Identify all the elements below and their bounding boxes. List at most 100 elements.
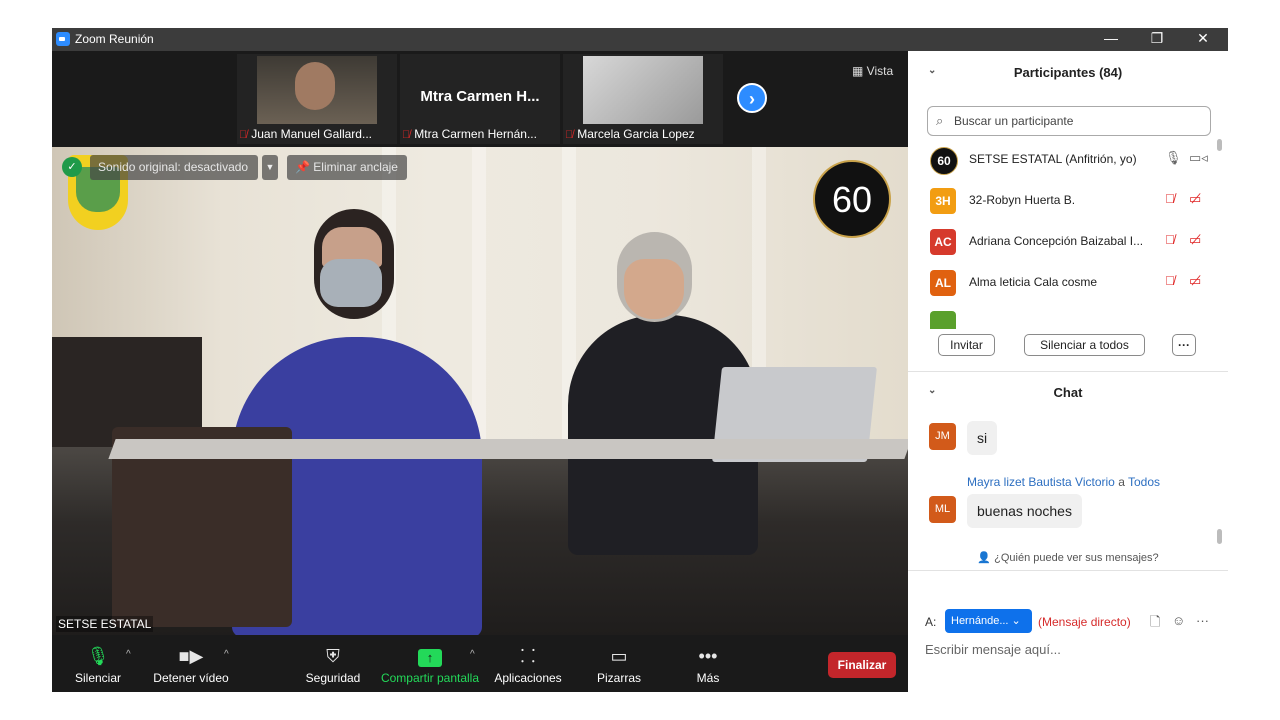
main-video[interactable]: ✓ Sonido original: desactivado ▼ 📌 Elimi… <box>52 147 908 635</box>
share-screen-button[interactable]: ↑ Compartir pantalla <box>378 635 482 692</box>
participant-name: SETSE ESTATAL (Anfitrión, yo) <box>969 152 1137 166</box>
direct-message-label: (Mensaje directo) <box>1038 615 1131 629</box>
chat-message: si <box>967 421 998 455</box>
video-off-icon[interactable]: ▭̸ <box>1189 273 1201 289</box>
view-button[interactable]: ▦ Vista <box>852 64 893 78</box>
original-sound-status[interactable]: Sonido original: desactivado <box>90 155 258 180</box>
collapse-chevron-icon[interactable]: ⌄ <box>928 385 936 396</box>
participant-row[interactable] <box>908 303 1218 329</box>
more-dots-icon: ••• <box>698 646 718 666</box>
unpin-label: Eliminar anclaje <box>313 160 398 174</box>
curtain-fold <box>472 147 486 447</box>
chat-message-input[interactable]: Escribir mensaje aquí... <box>925 642 1061 657</box>
avatar <box>930 311 956 329</box>
zoom-app-icon <box>56 32 70 46</box>
participant-name: Marcela Garcia Lopez <box>577 127 695 141</box>
participant-display-name: Mtra Carmen H... <box>420 88 540 105</box>
recipient-dropdown[interactable]: Hernánde... ⌄ <box>945 609 1032 633</box>
minimize-button[interactable]: — <box>1088 28 1134 51</box>
mic-muted-icon[interactable]: 🎙̸ <box>1165 273 1175 288</box>
participant-name: Mtra Carmen Hernán... <box>414 127 537 141</box>
video-off-icon[interactable]: ▭̸ <box>1189 191 1201 207</box>
window-title: Zoom Reunión <box>75 32 154 46</box>
sender-connector: a <box>1118 475 1125 489</box>
side-panel: ⌄ Participantes (84) ⌕ Buscar un partici… <box>908 51 1228 692</box>
divider <box>908 570 1228 571</box>
avatar: JM <box>929 423 956 450</box>
mute-button[interactable]: 🎙 Silenciar <box>68 635 128 692</box>
chevron-down-icon: ⌄ <box>1008 615 1021 627</box>
face-mask <box>320 259 382 307</box>
end-meeting-button[interactable]: Finalizar <box>828 652 896 678</box>
person-face <box>295 62 335 110</box>
participant-thumbnail[interactable]: Mtra Carmen H... 🎙̸ Mtra Carmen Hernán... <box>400 54 560 144</box>
participants-header: ⌄ Participantes (84) <box>908 65 1228 89</box>
security-label: Seguridad <box>305 671 361 685</box>
share-screen-label: Compartir pantalla <box>380 671 480 685</box>
restore-button[interactable]: ❐ <box>1134 28 1180 51</box>
participant-thumbnail[interactable]: 🎙̸ Marcela Garcia Lopez <box>563 54 723 144</box>
grid-icon: ▦ <box>852 64 867 78</box>
who-can-see-link[interactable]: 👤 ¿Quién puede ver sus mensajes? <box>908 551 1228 564</box>
avatar: ML <box>929 496 956 523</box>
mic-muted-icon: 🎙̸ <box>565 129 574 141</box>
chat-title: Chat <box>1053 385 1083 400</box>
recipient-name[interactable]: Todos <box>1128 475 1160 489</box>
person-right-face <box>624 259 684 319</box>
video-camera-icon: ■▶ <box>178 646 204 666</box>
pin-icon: 📌 <box>295 160 314 174</box>
participants-title: Participantes (84) <box>1013 65 1123 80</box>
share-options-caret-icon[interactable]: ^ <box>470 649 475 660</box>
search-icon: ⌕ <box>936 113 944 128</box>
participant-row[interactable]: AC Adriana Concepción Baizabal I... 🎙̸ ▭… <box>908 221 1218 261</box>
whiteboards-label: Pizarras <box>596 671 641 685</box>
search-placeholder: Buscar un participante <box>954 114 1074 128</box>
apps-button[interactable]: ⸬ Aplicaciones <box>492 635 564 692</box>
view-label: Vista <box>866 64 894 78</box>
security-button[interactable]: ⛨ Seguridad <box>302 635 364 692</box>
chat-message: buenas noches <box>967 494 1082 528</box>
invite-button[interactable]: Invitar <box>938 334 995 356</box>
unpin-button[interactable]: 📌 Eliminar anclaje <box>287 155 407 180</box>
collapse-chevron-icon[interactable]: ⌄ <box>928 65 936 76</box>
close-button[interactable]: ✕ <box>1180 28 1226 51</box>
chat-scrollbar[interactable] <box>1217 529 1222 544</box>
mic-muted-icon: 🎙̸ <box>402 129 411 141</box>
microphone-icon[interactable]: 🎙 <box>1165 150 1182 166</box>
thumbnail-strip: 🎙̸ Juan Manuel Gallard... Mtra Carmen H..… <box>52 51 908 147</box>
mute-all-button[interactable]: Silenciar a todos <box>1024 334 1145 356</box>
more-options-button[interactable]: ··· <box>1172 334 1196 356</box>
audio-options-caret-icon[interactable]: ^ <box>126 649 131 660</box>
divider <box>908 371 1228 372</box>
participant-name: Juan Manuel Gallard... <box>251 127 372 141</box>
video-options-caret-icon[interactable]: ^ <box>224 649 229 660</box>
sender-name[interactable]: Mayra lizet Bautista Victorio <box>967 475 1115 489</box>
participants-scrollbar[interactable] <box>1217 139 1222 151</box>
mic-muted-icon[interactable]: 🎙̸ <box>1165 191 1175 206</box>
more-button[interactable]: ••• Más <box>688 635 728 692</box>
emoji-icon[interactable]: ☺ <box>1172 613 1185 628</box>
video-camera-icon[interactable]: ▭◃ <box>1189 150 1208 166</box>
participant-name: Alma leticia Cala cosme <box>969 275 1098 289</box>
participant-thumbnail[interactable]: 🎙̸ Juan Manuel Gallard... <box>237 54 397 144</box>
stop-video-button[interactable]: ■▶ Detener vídeo <box>148 635 234 692</box>
mute-label: Silenciar <box>74 671 122 685</box>
file-icon[interactable]: 🗋 <box>1150 613 1160 635</box>
participant-row[interactable]: AL Alma leticia Cala cosme 🎙̸ ▭̸ <box>908 262 1218 302</box>
whiteboards-button[interactable]: ▭ Pizarras <box>592 635 646 692</box>
share-screen-icon: ↑ <box>378 644 482 668</box>
chevron-down-icon[interactable]: ▼ <box>262 155 278 180</box>
recipient-value: Hernánde... <box>951 615 1009 627</box>
who-can-see-text: ¿Quién puede ver sus mensajes? <box>994 552 1159 564</box>
glass-tabletop <box>108 439 908 459</box>
video-off-icon[interactable]: ▭̸ <box>1189 232 1201 248</box>
more-label: Más <box>696 671 720 685</box>
avatar: 60 <box>930 147 958 175</box>
more-dots-icon[interactable]: ··· <box>1196 613 1209 628</box>
participant-search-input[interactable]: ⌕ Buscar un participante <box>927 106 1211 136</box>
avatar: AL <box>930 270 956 296</box>
mic-muted-icon[interactable]: 🎙̸ <box>1165 232 1175 247</box>
participant-row[interactable]: 60 SETSE ESTATAL (Anfitrión, yo) 🎙 ▭◃ <box>908 139 1218 179</box>
next-page-arrow-icon[interactable]: › <box>737 83 767 113</box>
participant-row[interactable]: 3H 32-Robyn Huerta B. 🎙̸ ▭̸ <box>908 180 1218 220</box>
